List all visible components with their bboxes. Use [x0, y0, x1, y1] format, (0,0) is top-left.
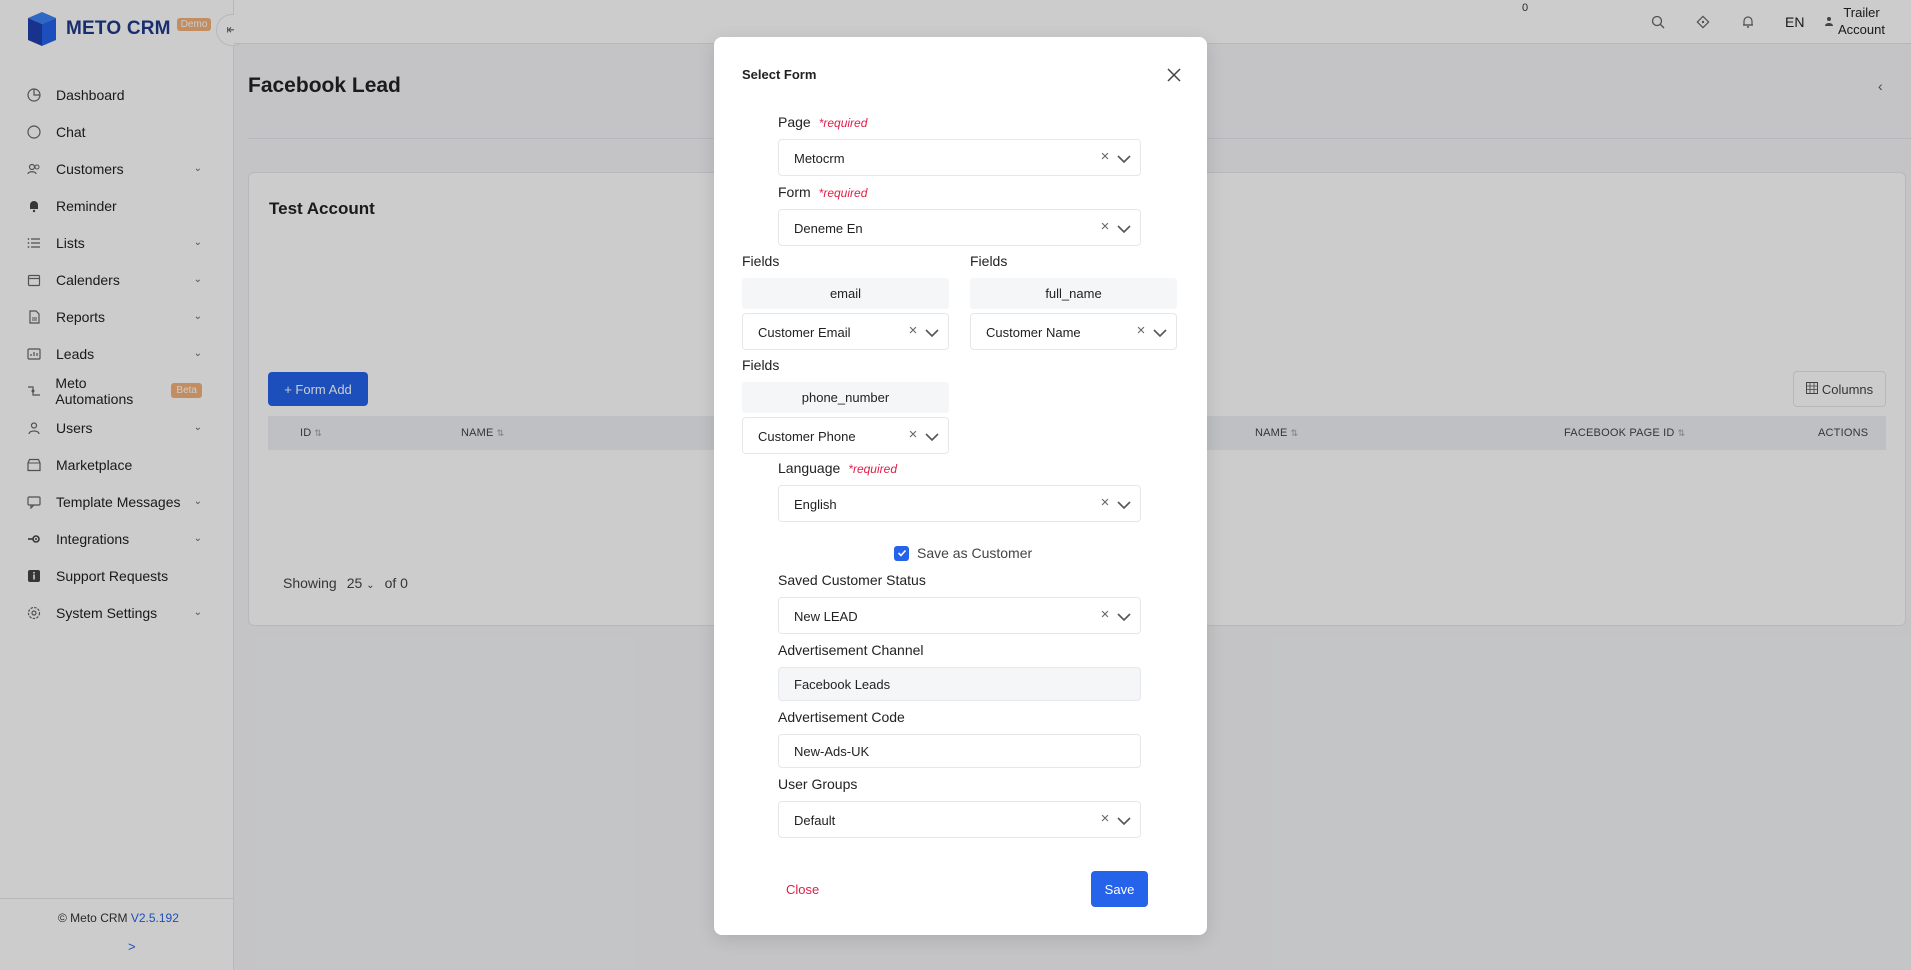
chevron-down-icon[interactable] [1117, 152, 1131, 164]
save-as-customer-row[interactable]: Save as Customer [894, 545, 1032, 561]
status-select[interactable]: New LEAD × [778, 597, 1141, 634]
fields-label: Fields [742, 357, 780, 373]
clear-icon[interactable]: × [1098, 219, 1112, 234]
language-label: Language *required [778, 460, 897, 476]
field-map-value: Customer Phone [758, 429, 856, 444]
user-groups-select-value: Default [794, 813, 836, 828]
channel-label: Advertisement Channel [778, 642, 924, 658]
clear-icon[interactable]: × [1134, 323, 1148, 338]
chevron-down-icon[interactable] [925, 326, 939, 338]
clear-icon[interactable]: × [1098, 149, 1112, 164]
chevron-down-icon[interactable] [1117, 814, 1131, 826]
form-label: Form *required [778, 184, 868, 200]
close-icon[interactable] [1164, 65, 1184, 85]
page-label: Page *required [778, 114, 868, 130]
clear-icon[interactable]: × [1098, 607, 1112, 622]
page-select-value: Metocrm [794, 151, 845, 166]
status-select-value: New LEAD [794, 609, 858, 624]
language-select[interactable]: English × [778, 485, 1141, 522]
code-label: Advertisement Code [778, 709, 905, 725]
clear-icon[interactable]: × [1098, 811, 1112, 826]
clear-icon[interactable]: × [906, 323, 920, 338]
field-map-select-email[interactable]: Customer Email × [742, 313, 949, 350]
user-groups-label: User Groups [778, 776, 858, 792]
status-label: Saved Customer Status [778, 572, 926, 588]
advertisement-channel-field: Facebook Leads [778, 667, 1141, 701]
chevron-down-icon[interactable] [925, 430, 939, 442]
field-map-select-full-name[interactable]: Customer Name × [970, 313, 1177, 350]
clear-icon[interactable]: × [1098, 495, 1112, 510]
required-text: *required [818, 186, 868, 200]
form-select[interactable]: Deneme En × [778, 209, 1141, 246]
chevron-down-icon[interactable] [1117, 610, 1131, 622]
save-as-customer-label: Save as Customer [917, 545, 1033, 561]
close-button[interactable]: Close [786, 882, 819, 897]
chevron-down-icon[interactable] [1153, 326, 1167, 338]
page-select[interactable]: Metocrm × [778, 139, 1141, 176]
field-map-value: Customer Name [986, 325, 1081, 340]
field-key-full-name: full_name [970, 278, 1177, 309]
field-map-value: Customer Email [758, 325, 851, 340]
modal-title: Select Form [742, 67, 817, 82]
required-text: *required [818, 116, 868, 130]
save-as-customer-checkbox[interactable] [894, 545, 909, 561]
fields-label: Fields [742, 253, 780, 269]
select-form-modal: Select Form Page *required Metocrm × Form… [714, 37, 1207, 935]
user-groups-select[interactable]: Default × [778, 801, 1141, 838]
clear-icon[interactable]: × [906, 427, 920, 442]
field-key-phone-number: phone_number [742, 382, 949, 413]
field-key-email: email [742, 278, 949, 309]
form-select-value: Deneme En [794, 221, 863, 236]
save-button[interactable]: Save [1091, 871, 1148, 907]
language-select-value: English [794, 497, 837, 512]
fields-label: Fields [970, 253, 1008, 269]
chevron-down-icon[interactable] [1117, 498, 1131, 510]
field-map-select-phone-number[interactable]: Customer Phone × [742, 417, 949, 454]
advertisement-code-field[interactable]: New-Ads-UK [778, 734, 1141, 768]
chevron-down-icon[interactable] [1117, 222, 1131, 234]
required-text: *required [848, 462, 897, 476]
